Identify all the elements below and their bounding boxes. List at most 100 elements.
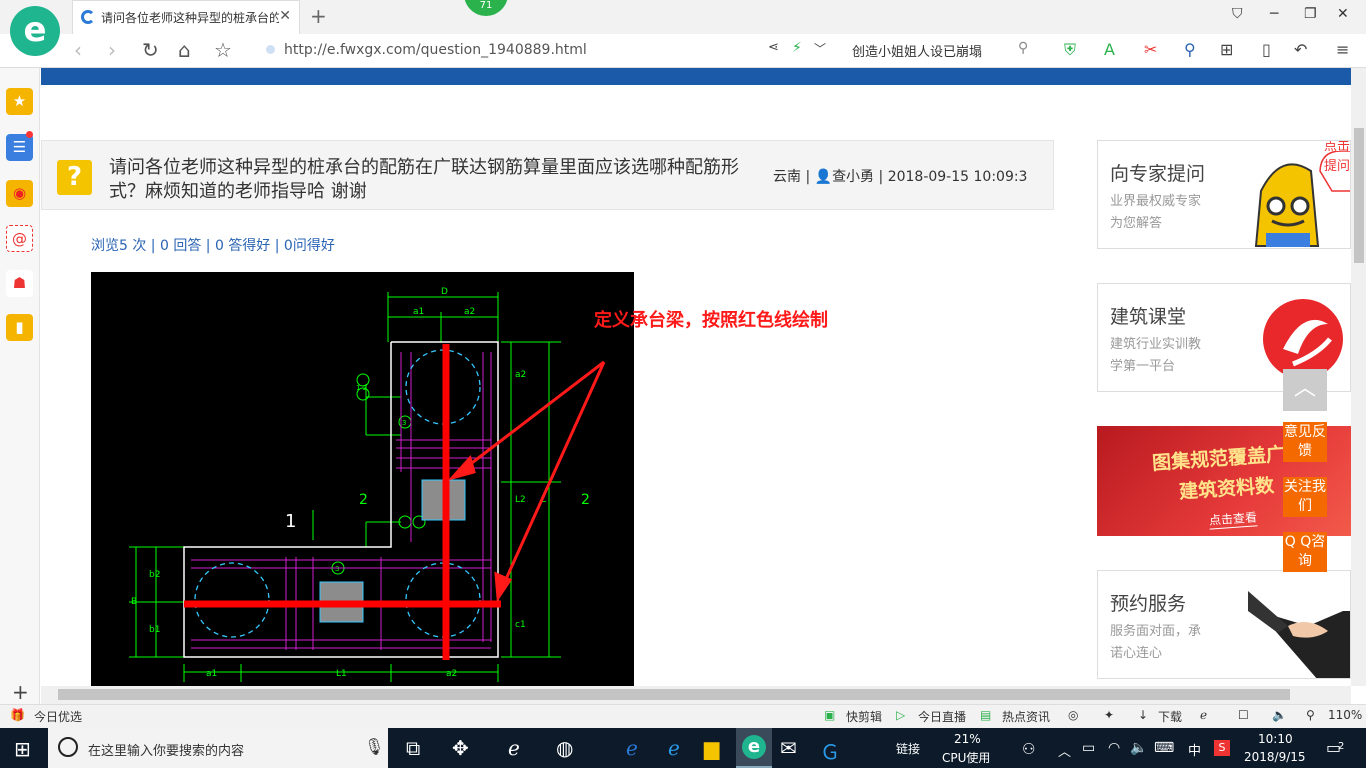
shield-icon[interactable]: ⛨ [1064, 40, 1076, 60]
ie-mode-icon[interactable]: ℯ [1200, 708, 1207, 722]
scissors-icon[interactable]: ✂ [1144, 40, 1157, 59]
banner-link[interactable]: 点击查看 [1208, 508, 1258, 530]
undo-icon[interactable]: ↶ [1294, 40, 1307, 59]
share-icon[interactable]: ⋖ [768, 40, 779, 55]
download-icon[interactable]: ↓ [1138, 708, 1148, 722]
active-browser-task[interactable]: e [736, 728, 772, 768]
game-controller-icon[interactable]: ☗ [6, 270, 33, 297]
windows-start-icon[interactable]: ⊞ [14, 737, 31, 761]
magnifier-icon[interactable]: ⚲ [1184, 40, 1196, 59]
add-sidebar-icon[interactable]: + [12, 680, 29, 704]
glodon-app-icon[interactable]: Ｇ [820, 736, 840, 765]
task-view-icon[interactable]: ⧉ [406, 736, 420, 760]
notification-app-icon[interactable]: ◍ [556, 736, 573, 760]
status-left-text[interactable]: 今日优选 [34, 708, 82, 725]
zoom-icon[interactable]: ⚲ [1306, 708, 1315, 722]
link-label[interactable]: 链接 [896, 740, 920, 757]
chevron-down-icon[interactable]: ﹀ [814, 40, 826, 57]
zoom-level[interactable]: 110% [1328, 708, 1362, 722]
feedback-button[interactable]: 意见反馈 [1283, 422, 1327, 462]
menu-icon[interactable]: ≡ [1336, 40, 1349, 59]
cad-label-3-upper: 3 [402, 419, 406, 427]
status-item[interactable]: 快剪辑 [846, 708, 882, 725]
question-meta: 云南 | 👤查小勇 | 2018-09-15 10:09:3 [773, 169, 1028, 185]
tab-title: 请问各位老师这种异型的桩承台的 [101, 11, 279, 25]
speaker-icon[interactable]: 🔈 [1130, 740, 1147, 756]
restore-icon[interactable]: ❐ [1304, 6, 1317, 22]
wifi-icon[interactable]: ◠ [1108, 740, 1120, 756]
sogou-icon[interactable]: S [1214, 740, 1230, 756]
status-item[interactable]: 下载 [1158, 708, 1182, 725]
email-icon[interactable]: @ [6, 225, 33, 252]
back-to-top-button[interactable]: ︿ [1283, 369, 1327, 411]
question-stats[interactable]: 浏览5 次 | 0 回答 | 0 答得好 | 0问得好 [91, 235, 335, 255]
microphone-icon[interactable]: 🎙 [364, 737, 384, 756]
status-item[interactable]: 热点资讯 [1002, 708, 1050, 725]
security-icon [266, 45, 275, 54]
tray-expand-icon[interactable]: ︿ [1058, 741, 1071, 760]
apps-grid-icon[interactable]: ⊞ [1220, 40, 1233, 59]
ask-expert-card[interactable]: 向专家提问 业界最权威专家 为您解答 点击提问 [1097, 140, 1351, 249]
home-icon[interactable]: ⌂ [178, 38, 191, 62]
ime-indicator[interactable]: 中 [1188, 740, 1201, 759]
question-author[interactable]: 查小勇 [832, 169, 874, 185]
people-icon[interactable]: ⚇ [1022, 740, 1035, 758]
qq-consult-button[interactable]: Q Q咨询 [1283, 532, 1327, 572]
cpu-value: 21% [954, 732, 981, 746]
keyboard-icon[interactable]: ⌨ [1154, 740, 1174, 756]
tab-close-icon[interactable]: ✕ [279, 8, 291, 24]
edge-icon[interactable]: ℯ [626, 736, 638, 760]
volume-icon[interactable]: 🔈 [1272, 708, 1287, 722]
tablet-icon[interactable]: ▯ [1262, 40, 1271, 59]
browser-360-icon[interactable]: ℯ [508, 736, 520, 760]
favorite-star-icon[interactable]: ☆ [214, 38, 232, 62]
file-explorer-icon[interactable]: ▆ [704, 736, 719, 760]
new-tab-button[interactable]: + [310, 4, 327, 28]
card-desc: 建筑行业实训教 [1110, 337, 1202, 352]
search-icon[interactable]: ⚲ [1018, 40, 1028, 56]
search-input[interactable]: 创造小姐姐人设已崩塌 [852, 41, 982, 60]
browser-logo-icon[interactable]: e [10, 6, 60, 56]
refresh-icon[interactable]: ↻ [142, 38, 159, 62]
url-input[interactable]: http://e.fwxgx.com/question_1940889.html [284, 42, 587, 58]
sync-icon[interactable]: ◎ [1068, 708, 1078, 722]
minimize-icon[interactable]: ─ [1270, 6, 1278, 22]
favorites-star-icon[interactable]: ★ [6, 88, 33, 115]
battery-icon[interactable]: ▭ [1082, 740, 1095, 756]
pinwheel-app-icon[interactable]: ✥ [452, 736, 469, 760]
shirt-icon[interactable]: ⛉ [1232, 6, 1243, 22]
notification-count: 2 [1338, 741, 1345, 752]
handshake-icon [1248, 571, 1350, 678]
horizontal-scroll-thumb[interactable] [58, 689, 1290, 700]
weibo-icon[interactable]: ◉ [6, 180, 33, 207]
close-window-icon[interactable]: ✕ [1337, 6, 1349, 22]
ask-bubble-text[interactable]: 点击提问 [1324, 141, 1350, 177]
list-icon[interactable]: ☰ [6, 134, 33, 161]
cad-label-3-lower: 3 [335, 565, 339, 573]
window-icon[interactable]: ☐ [1238, 708, 1249, 722]
browser-task-icon: e [742, 735, 766, 759]
mail-icon[interactable]: ✉ [780, 736, 797, 760]
notes-icon[interactable]: ▮ [6, 314, 33, 341]
ie-icon[interactable]: ℯ [668, 736, 680, 760]
back-icon[interactable]: ‹ [74, 38, 82, 62]
vertical-scroll-thumb[interactable] [1354, 128, 1364, 263]
cad-label-a1-bottom: a1 [206, 669, 217, 679]
appointment-card[interactable]: 预约服务 服务面对面，承 诺心连心 [1097, 570, 1351, 679]
user-icon: 👤 [814, 169, 833, 185]
forward-icon[interactable]: › [108, 38, 116, 62]
clock-date[interactable]: 2018/9/15 [1244, 750, 1306, 764]
card-desc: 学第一平台 [1110, 359, 1176, 374]
status-item[interactable]: 今日直播 [918, 708, 966, 725]
clock-time[interactable]: 10:10 [1258, 732, 1293, 746]
taskbar-search[interactable]: 在这里输入你要搜索的内容 🎙 [48, 728, 388, 768]
follow-us-button[interactable]: 关注我们 [1283, 477, 1327, 517]
lightning-icon[interactable]: ⚡ [792, 40, 802, 56]
card-desc: 服务面对面，承 [1110, 624, 1202, 639]
pin-icon[interactable]: ✦ [1104, 708, 1114, 722]
question-title: 请问各位老师这种异型的桩承台的配筋在广联达钢筋算量里面应该选哪种配筋形式？麻烦知… [109, 157, 739, 202]
browser-tab[interactable]: 请问各位老师这种异型的桩承台的 ✕ [72, 0, 300, 34]
cpu-label: CPU使用 [942, 751, 991, 765]
cad-label-b2: b2 [149, 570, 160, 580]
translate-icon[interactable]: A [1104, 40, 1115, 59]
